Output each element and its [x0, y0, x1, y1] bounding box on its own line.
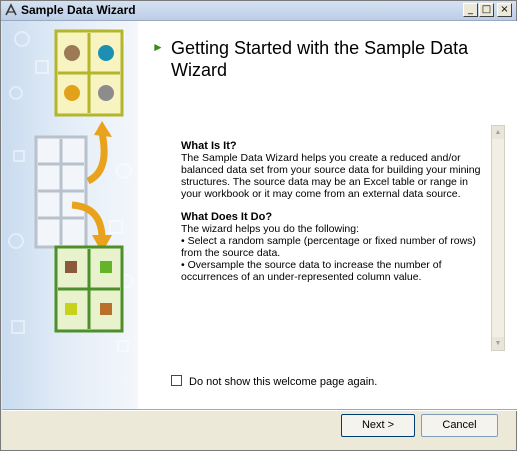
data-grid-illustration [8, 28, 133, 352]
section-title-what-is-it: What Is It? [181, 140, 237, 152]
section-title-what-does-it-do: What Does It Do? [181, 211, 273, 223]
footer-divider [2, 409, 517, 411]
next-button[interactable]: Next > [341, 414, 415, 437]
maximize-button[interactable]: □ [479, 3, 494, 17]
section-body-line: • Select a random sample (percentage or … [181, 235, 476, 259]
wizard-icon [5, 3, 17, 16]
text-scrollbar[interactable]: ▲ ▼ [491, 125, 505, 351]
scroll-down-icon[interactable]: ▼ [492, 337, 504, 350]
close-button[interactable]: × [497, 3, 512, 17]
title-bar[interactable]: Sample Data Wizard _ □ × [1, 1, 516, 21]
scroll-up-icon[interactable]: ▲ [492, 126, 504, 139]
info-text: What Is It? The Sample Data Wizard helps… [181, 140, 487, 283]
result-grid-bottom [54, 245, 124, 333]
minimize-button[interactable]: _ [463, 3, 478, 17]
sample-grid-top [54, 29, 124, 117]
source-grid-middle [34, 135, 88, 249]
triangle-bullet-icon: ► [152, 40, 164, 54]
section-body-what-is-it: The Sample Data Wizard helps you create … [181, 152, 481, 200]
dont-show-again-checkbox[interactable] [171, 375, 182, 386]
page-title: Getting Started with the Sample Data Wiz… [171, 38, 469, 80]
section-body-line: The wizard helps you do the following: [181, 223, 360, 235]
section-body-line: • Oversample the source data to increase… [181, 259, 442, 283]
cancel-button[interactable]: Cancel [421, 414, 498, 437]
wizard-side-panel [2, 21, 138, 409]
dont-show-again-label[interactable]: Do not show this welcome page again. [189, 376, 377, 388]
window-title: Sample Data Wizard [21, 3, 136, 17]
wizard-window: Sample Data Wizard _ □ × ► Getting Start… [0, 0, 517, 451]
